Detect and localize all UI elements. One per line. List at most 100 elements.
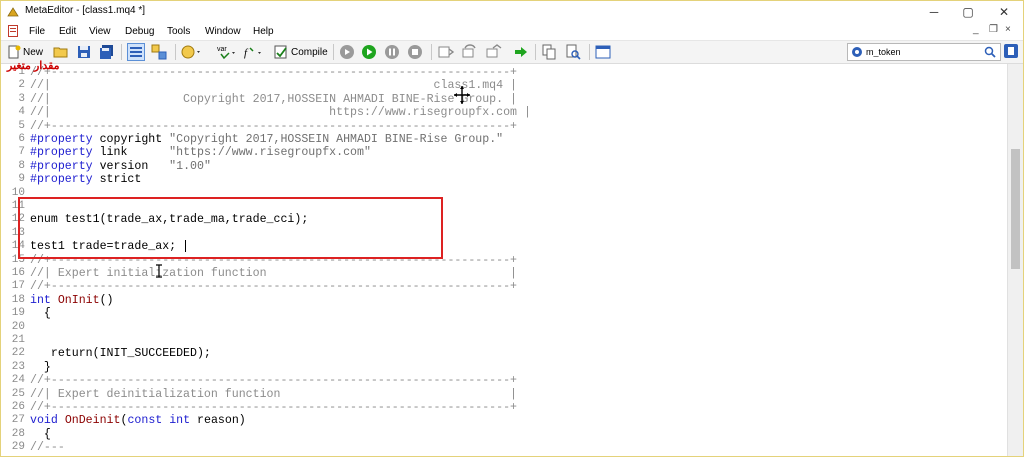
close-button[interactable]: ✕ (989, 3, 1019, 21)
code-text: //+-------------------------------------… (30, 401, 518, 414)
property-name: copyright (92, 133, 170, 146)
styler-button[interactable] (181, 43, 203, 61)
string-literal: "Copyright 2017,HOSSEIN AHMADI BINE-Rise… (169, 133, 504, 146)
preprocessor-keyword: #property (30, 133, 93, 146)
code-text: #property copyright "Copyright 2017,HOSS… (30, 133, 503, 146)
scrollbar-thumb[interactable] (1011, 149, 1020, 269)
toolbar-separator (589, 44, 590, 60)
toolbox-toggle-button[interactable] (151, 43, 167, 61)
insert-function-button[interactable]: f f (241, 43, 263, 61)
line-number: 9 (18, 173, 25, 186)
step-into-button[interactable] (437, 43, 455, 61)
navigator-toggle-button[interactable] (127, 43, 145, 61)
line-number: 25 (11, 387, 25, 400)
code-text: //--- (30, 441, 65, 455)
annotation-text: مقدار متغیر (7, 60, 60, 72)
function-params: (const int reason) (120, 414, 246, 428)
toolbar-separator (121, 44, 122, 60)
toolbar-separator (431, 44, 432, 60)
property-name: strict (92, 173, 142, 187)
line-number: 7 (18, 146, 25, 159)
line-number: 2 (18, 79, 25, 92)
line-number: 19 (11, 307, 25, 320)
document-icon[interactable] (8, 25, 18, 37)
type-keyword: void (30, 414, 58, 428)
find-button[interactable] (565, 43, 581, 61)
settings-gear-icon[interactable] (851, 46, 863, 58)
menu-view[interactable]: View (89, 26, 111, 37)
menu-edit[interactable]: Edit (59, 26, 76, 37)
step-out-button[interactable] (485, 43, 503, 61)
line-number: 23 (11, 360, 25, 373)
mql5-community-icon[interactable] (1003, 43, 1019, 59)
line-number: 4 (18, 106, 25, 119)
code-text: //| Copyright 2017,HOSSEIN AHMADI BINE-R… (30, 92, 518, 106)
compile-button-label: Compile (291, 46, 328, 58)
copy-button[interactable] (541, 43, 557, 61)
search-input[interactable] (866, 45, 978, 58)
debug-stop-button[interactable] (407, 43, 423, 61)
step-over-button[interactable] (461, 43, 479, 61)
code-text: return(INIT_SUCCEEDED); (30, 347, 211, 361)
menu-help[interactable]: Help (253, 26, 274, 37)
stop-icon (408, 45, 422, 59)
line-number: 18 (11, 293, 25, 306)
menu-tools[interactable]: Tools (167, 26, 190, 37)
save-icon (78, 46, 90, 58)
metaeditor-app-icon (7, 7, 19, 17)
line-number: 16 (11, 267, 25, 279)
terminal-button[interactable] (595, 43, 611, 61)
toolbar-separator (333, 44, 334, 60)
save-all-button[interactable] (99, 43, 115, 61)
toggle-breakpoint-button[interactable] (513, 43, 529, 61)
maximize-button[interactable]: ▢ (953, 3, 983, 21)
step-into-icon (438, 46, 455, 58)
preprocessor-keyword: #property (30, 173, 93, 187)
save-button[interactable] (77, 43, 91, 61)
line-number: 17 (11, 280, 25, 293)
save-all-icon (100, 45, 113, 59)
code-text: //| Expert deinitialization function | (30, 387, 518, 401)
open-folder-icon (53, 47, 68, 58)
search-icon[interactable] (984, 46, 996, 58)
step-over-icon (462, 44, 476, 58)
menu-file[interactable]: File (29, 26, 45, 37)
code-text: #property link "https://www.risegroupfx.… (30, 146, 371, 159)
play-icon (362, 45, 376, 59)
line-number: 20 (11, 320, 25, 333)
code-text: //+-------------------------------------… (30, 374, 518, 388)
compile-button[interactable]: Compile (273, 43, 328, 61)
window-title: MetaEditor - [class1.mq4 *] (25, 5, 146, 16)
property-name: link (92, 146, 170, 160)
toolbox-icon (151, 44, 167, 60)
line-number: 5 (18, 119, 25, 132)
debug-pause-button[interactable] (384, 43, 400, 61)
code-text: int OnInit() (30, 294, 114, 307)
menu-window[interactable]: Window (205, 26, 241, 37)
find-in-file-icon (566, 44, 581, 60)
debug-start-button[interactable] (361, 43, 377, 61)
menu-debug[interactable]: Debug (125, 26, 154, 37)
insert-variable-button[interactable]: var var (215, 43, 237, 61)
new-button-label: New (23, 46, 44, 58)
code-text: } (30, 360, 51, 374)
toolbar-separator (535, 44, 536, 60)
function-name: OnDeinit (64, 414, 121, 428)
mdi-restore-button[interactable]: ❐ (989, 24, 998, 35)
debug-start-history-button[interactable] (339, 43, 355, 61)
code-text: //| https://www.risegroupfx.com | (30, 106, 531, 120)
vertical-scrollbar[interactable] (1007, 64, 1023, 456)
code-text: { (30, 307, 51, 321)
preprocessor-keyword: #property (30, 146, 93, 160)
styler-dropdown-icon (181, 45, 200, 59)
line-number: 3 (18, 92, 25, 105)
mdi-minimize-button[interactable]: _ (973, 24, 979, 35)
minimize-button[interactable]: ─ (919, 3, 949, 21)
variable-icon: var (217, 46, 235, 60)
function-icon: f (244, 47, 261, 59)
menu-bar: File Edit View Debug Tools Window Help _… (1, 23, 1023, 41)
code-editor[interactable]: 1//+------------------------------------… (1, 64, 1007, 456)
code-text: void OnDeinit(const int reason) (30, 414, 246, 427)
mdi-close-button[interactable]: × (1005, 24, 1011, 35)
history-start-icon (340, 45, 354, 59)
